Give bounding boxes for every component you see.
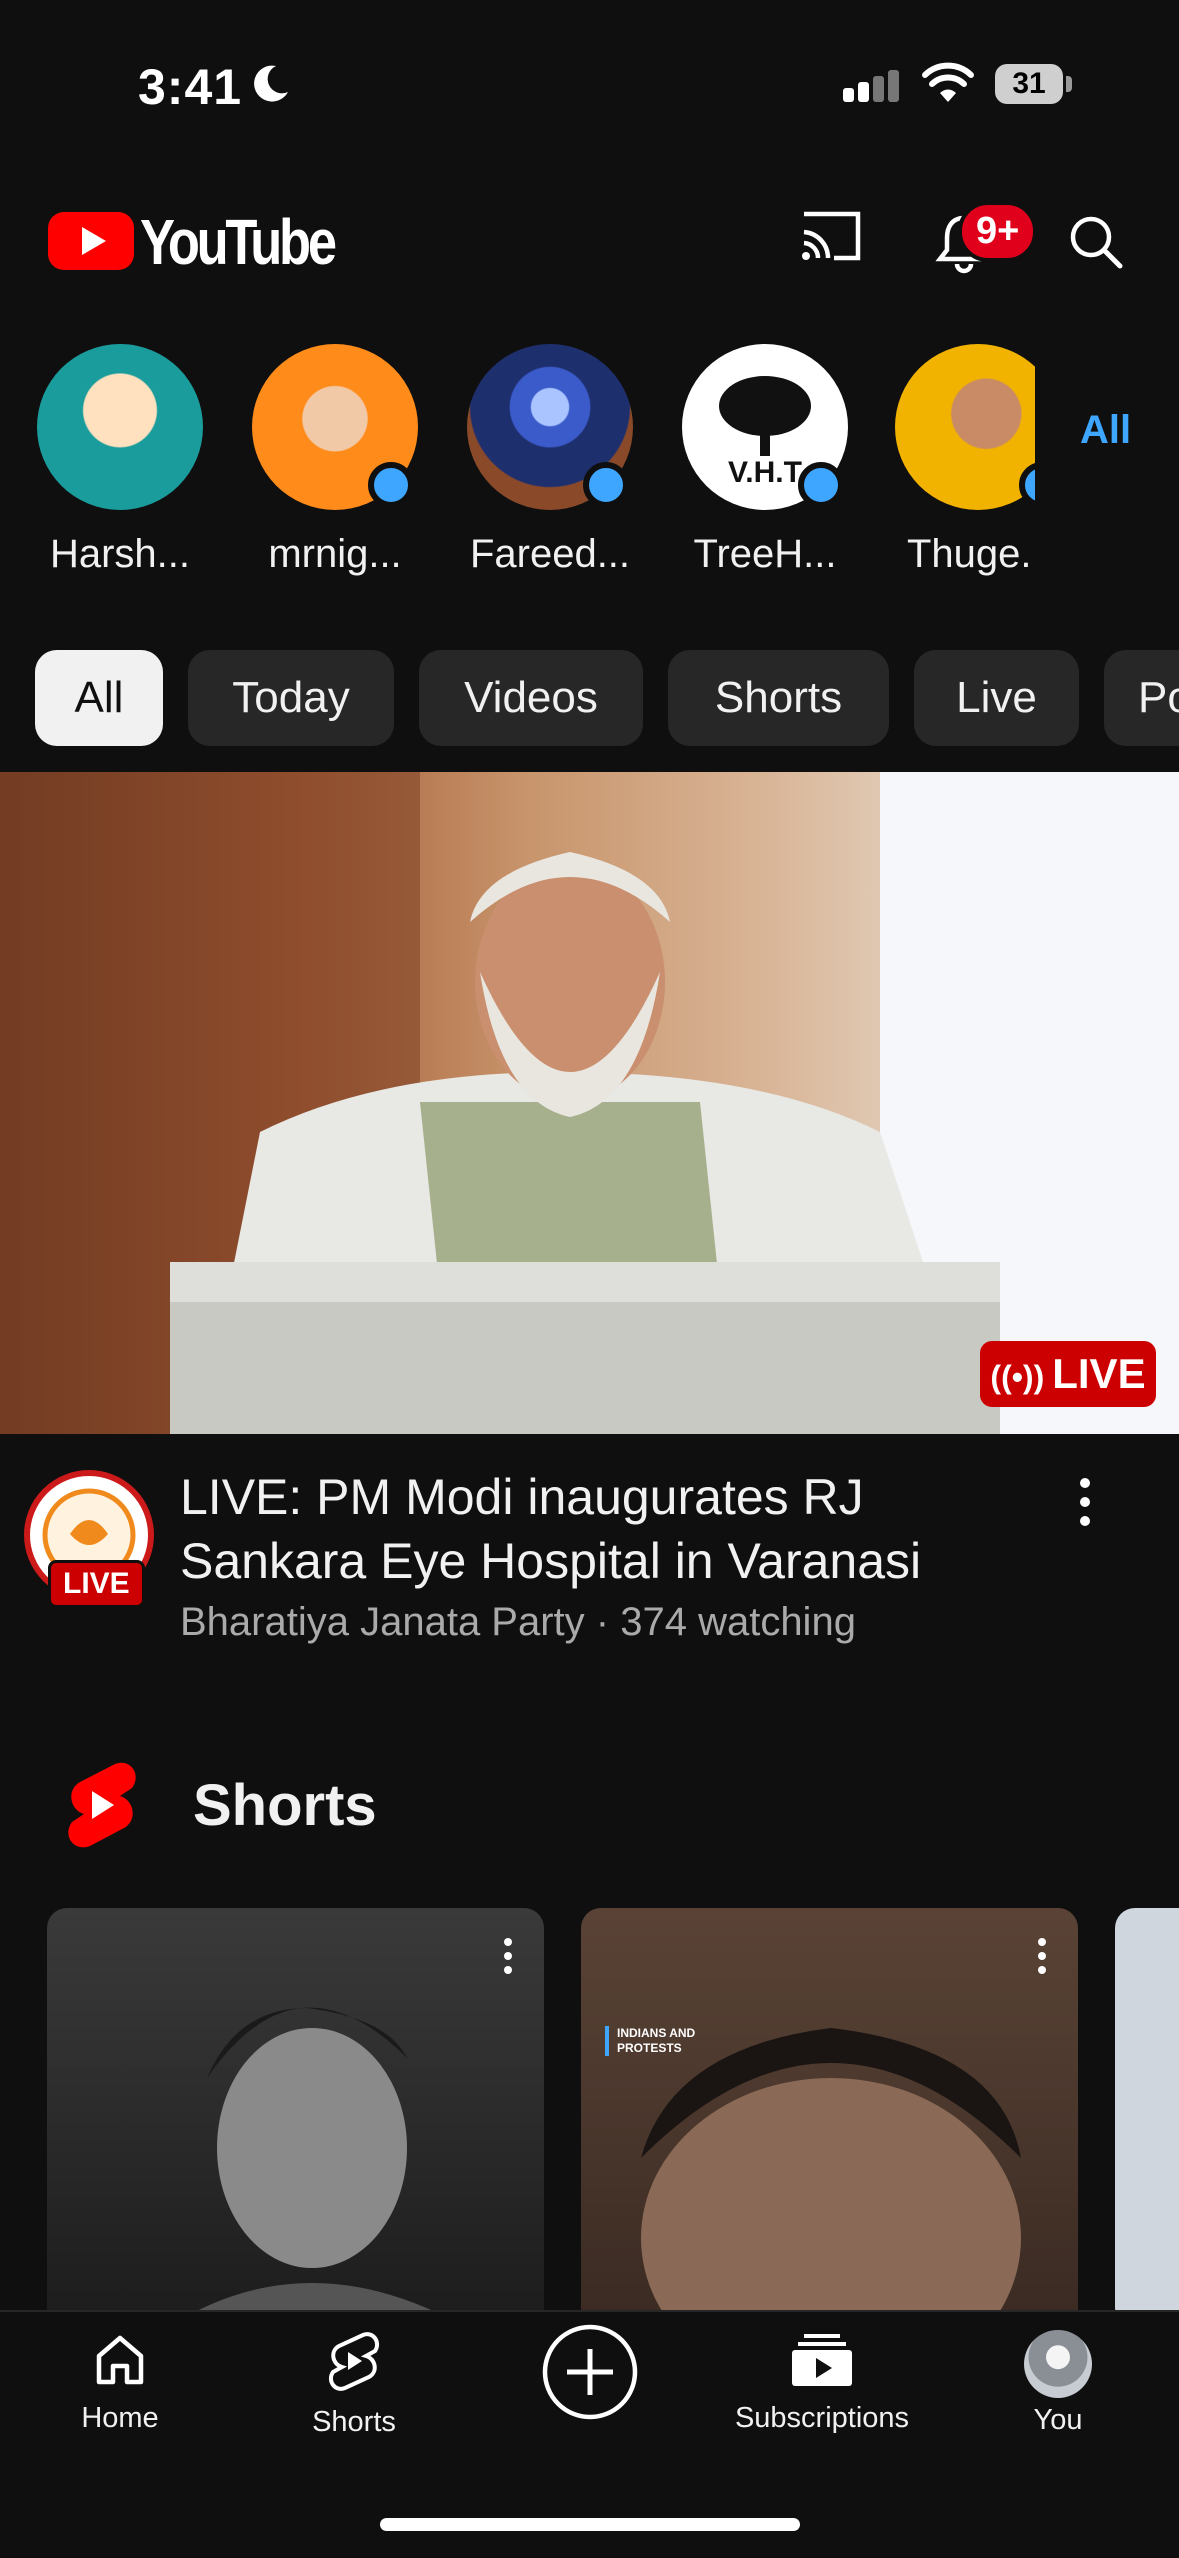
wifi-icon <box>922 62 974 102</box>
status-time: 3:41 <box>138 59 243 115</box>
shorts-icon <box>328 2332 380 2391</box>
channel-name: Thuge. <box>907 532 1032 576</box>
moon-icon <box>254 65 288 102</box>
nav-you-label: You <box>1033 2404 1083 2436</box>
chip-posts[interactable]: Po <box>1104 650 1179 746</box>
app-name: YouTube <box>140 206 337 278</box>
shorts-logo-icon <box>68 1762 136 1848</box>
avatar <box>895 344 1035 510</box>
short-more-icon[interactable] <box>1038 1938 1048 1974</box>
cast-icon[interactable] <box>798 208 864 264</box>
more-options-icon[interactable] <box>1080 1478 1100 1535</box>
nav-home-label: Home <box>81 2402 159 2434</box>
create-button[interactable] <box>490 2322 690 2430</box>
channel-live-badge: LIVE <box>48 1560 145 1608</box>
short-more-icon[interactable] <box>504 1938 514 1974</box>
nav-shorts[interactable]: Shorts <box>254 2330 454 2439</box>
new-content-dot <box>583 462 629 508</box>
channel-avatar-item[interactable]: mrnig... <box>250 344 420 577</box>
nav-subscriptions-label: Subscriptions <box>734 2402 910 2434</box>
home-indicator <box>380 2518 800 2531</box>
live-broadcast-icon: ((•)) <box>990 1359 1045 1395</box>
channel-avatar-item[interactable]: Harsh... <box>35 344 205 577</box>
new-content-dot <box>368 462 414 508</box>
video-title[interactable]: LIVE: PM Modi inaugurates RJ Sankara Eye… <box>180 1465 1040 1593</box>
nav-you[interactable]: You <box>958 2330 1158 2437</box>
video-thumbnail[interactable] <box>0 772 1179 1434</box>
subscriptions-icon <box>792 2334 852 2386</box>
battery-tip <box>1066 76 1072 92</box>
avatar <box>467 344 633 510</box>
chip-today[interactable]: Today <box>188 650 394 746</box>
nav-subscriptions[interactable]: Subscriptions <box>722 2330 922 2435</box>
short-card[interactable] <box>47 1908 544 2328</box>
live-badge: ((•)) LIVE <box>980 1341 1156 1407</box>
home-icon <box>96 2335 144 2385</box>
all-channels-link[interactable]: All <box>1080 408 1131 453</box>
short-card[interactable] <box>1115 1908 1179 2328</box>
shorts-section-title: Shorts <box>193 1773 377 1838</box>
avatar <box>1024 2330 1092 2398</box>
new-content-dot <box>798 462 844 508</box>
avatar: V.H.T <box>682 344 848 510</box>
short-thumbnail <box>167 2007 467 2328</box>
avatar <box>252 344 418 510</box>
channel-name: Fareed... <box>469 532 631 576</box>
short-card[interactable]: INDIANS AND PROTESTS <box>581 1908 1078 2328</box>
avatar <box>37 344 203 510</box>
new-content-dot <box>1019 462 1035 508</box>
chip-videos[interactable]: Videos <box>419 650 643 746</box>
live-badge-label: LIVE <box>1052 1350 1146 1397</box>
chip-shorts[interactable]: Shorts <box>668 650 889 746</box>
channel-name: Harsh... <box>49 532 191 576</box>
svg-text:V.H.T: V.H.T <box>728 456 802 489</box>
channel-avatar-item[interactable]: Thuge. <box>895 344 1035 577</box>
nav-shorts-label: Shorts <box>312 2406 396 2438</box>
nav-home[interactable]: Home <box>20 2330 220 2435</box>
battery-indicator: 31 <box>995 64 1063 104</box>
notification-count-badge: 9+ <box>958 201 1038 262</box>
channel-avatar-item[interactable]: V.H.T TreeH... <box>680 344 850 577</box>
chip-live[interactable]: Live <box>914 650 1079 746</box>
short-thumbnail <box>641 2028 1021 2328</box>
chip-all[interactable]: All <box>35 650 163 746</box>
channel-name: TreeH... <box>693 532 837 576</box>
thumbnail-image <box>0 772 1179 1434</box>
search-icon[interactable] <box>1066 212 1126 272</box>
channel-avatar-item[interactable]: Fareed... <box>465 344 635 577</box>
youtube-logo-icon[interactable] <box>48 210 134 272</box>
short-caption: INDIANS AND PROTESTS <box>605 2026 697 2056</box>
cellular-signal-icon <box>843 70 903 102</box>
video-metadata: Bharatiya Janata Party · 374 watching <box>180 1600 856 1644</box>
plus-icon <box>542 2324 638 2420</box>
channel-name: mrnig... <box>268 532 402 576</box>
